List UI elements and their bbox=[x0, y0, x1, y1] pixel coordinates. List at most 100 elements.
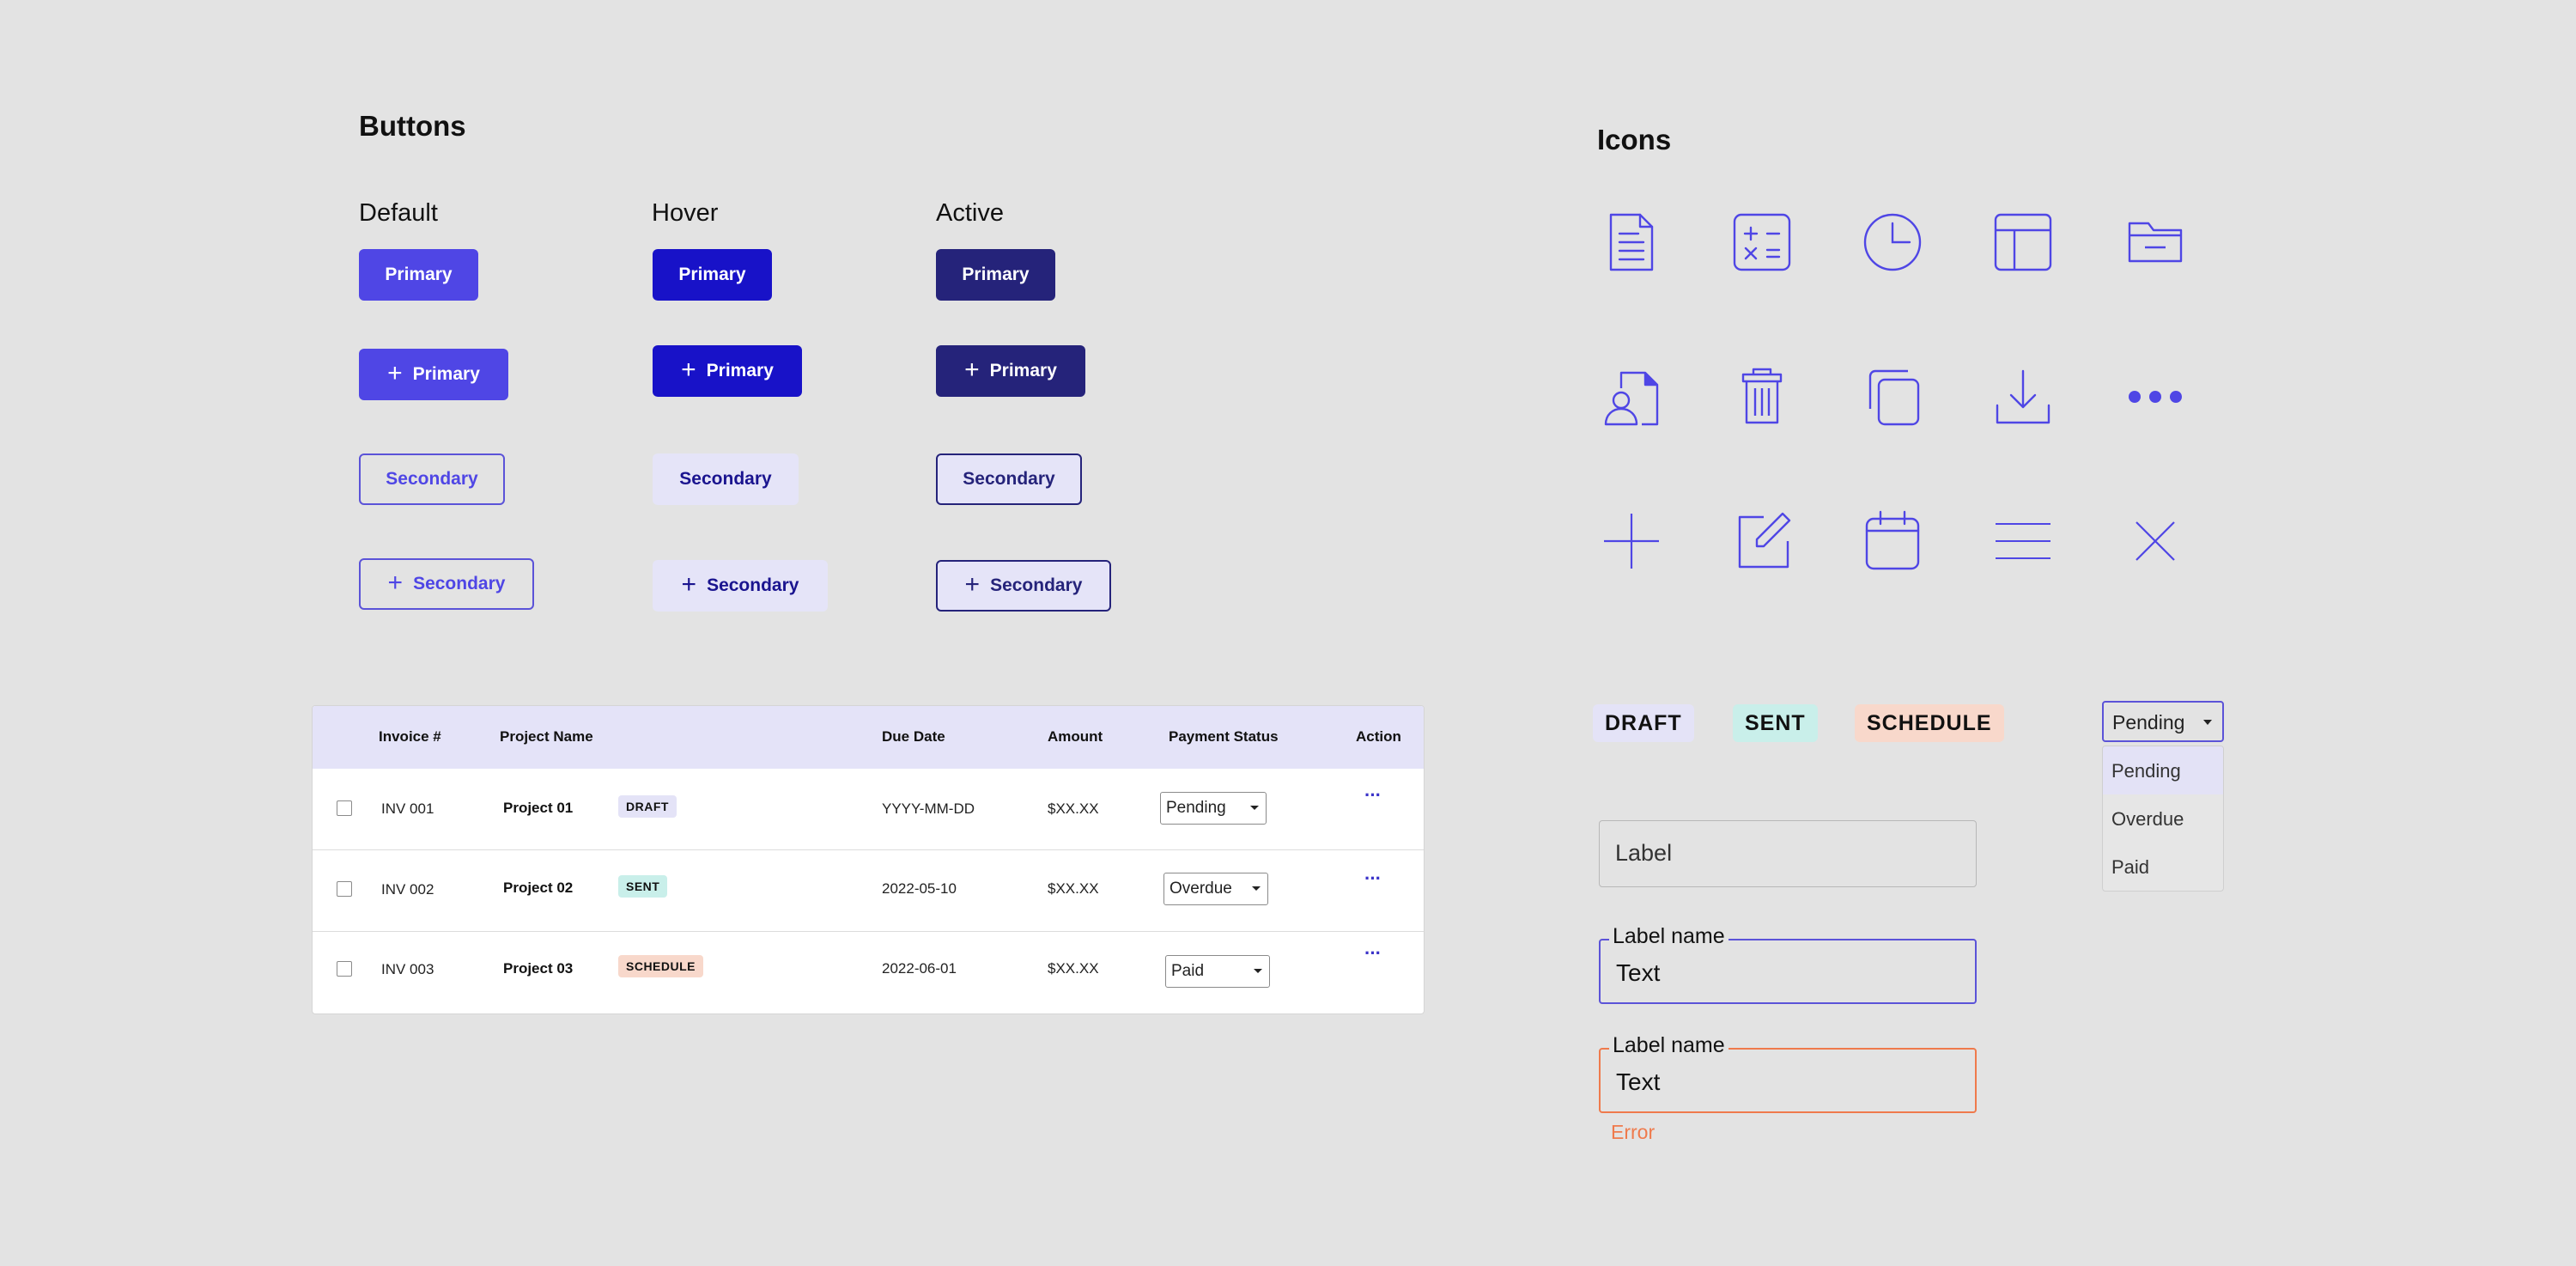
state-label-hover: Hover bbox=[652, 199, 719, 227]
chevron-down-icon bbox=[1254, 969, 1262, 973]
cell-invoice: INV 002 bbox=[381, 881, 434, 898]
download-icon bbox=[1989, 362, 2057, 431]
calendar-icon bbox=[1858, 507, 1927, 575]
secondary-button-hover[interactable]: Secondary bbox=[653, 453, 799, 505]
secondary-button-active[interactable]: Secondary bbox=[936, 453, 1082, 505]
invoice-table: Invoice # Project Name Due Date Amount P… bbox=[312, 705, 1425, 1014]
header-due-date: Due Date bbox=[882, 728, 945, 745]
payment-status-select[interactable]: Paid bbox=[1165, 955, 1270, 988]
state-label-active: Active bbox=[936, 199, 1004, 227]
header-amount: Amount bbox=[1048, 728, 1103, 745]
primary-button-label: Primary bbox=[678, 265, 746, 284]
layout-icon bbox=[1989, 208, 2057, 277]
menu-icon bbox=[1989, 507, 2057, 575]
cell-invoice: INV 001 bbox=[381, 800, 434, 817]
payment-status-dropdown[interactable]: Pending bbox=[2102, 701, 2224, 742]
dropdown-menu: Pending Overdue Paid bbox=[2102, 746, 2224, 892]
buttons-section-title: Buttons bbox=[359, 110, 466, 142]
primary-add-button-hover[interactable]: + Primary bbox=[653, 345, 802, 397]
row-checkbox[interactable] bbox=[337, 961, 352, 977]
cell-project: Project 03 bbox=[503, 960, 574, 977]
secondary-button-default[interactable]: Secondary bbox=[359, 453, 505, 505]
cell-due-date: 2022-05-10 bbox=[882, 880, 957, 897]
header-payment-status: Payment Status bbox=[1169, 728, 1279, 745]
status-badge-sent: SENT bbox=[1733, 704, 1818, 742]
edit-icon bbox=[1728, 507, 1796, 575]
row-checkbox[interactable] bbox=[337, 881, 352, 897]
calculator-icon bbox=[1728, 208, 1796, 277]
cell-due-date: YYYY-MM-DD bbox=[882, 800, 975, 817]
primary-button-hover[interactable]: Primary bbox=[653, 249, 772, 301]
table-row: INV 003 Project 03 SCHEDULE 2022-06-01 $… bbox=[313, 931, 1424, 1013]
header-invoice: Invoice # bbox=[379, 728, 441, 745]
payment-status-select[interactable]: Overdue bbox=[1163, 873, 1268, 905]
secondary-button-label: Secondary bbox=[386, 469, 478, 489]
clock-icon bbox=[1858, 208, 1927, 277]
label-input-error[interactable]: Label name Text bbox=[1599, 1033, 1977, 1113]
close-icon bbox=[2121, 507, 2190, 575]
status-badge-draft: DRAFT bbox=[1593, 704, 1694, 742]
dropdown-option-paid[interactable]: Paid bbox=[2103, 843, 2223, 891]
cell-amount: $XX.XX bbox=[1048, 800, 1099, 817]
row-checkbox[interactable] bbox=[337, 800, 352, 816]
select-value: Pending bbox=[1166, 799, 1226, 817]
primary-button-label: Primary bbox=[385, 265, 453, 284]
cell-amount: $XX.XX bbox=[1048, 960, 1099, 977]
plus-icon bbox=[1597, 507, 1666, 575]
input-label: Label name bbox=[1609, 1033, 1728, 1058]
row-status-badge: DRAFT bbox=[618, 795, 677, 818]
input-error-message: Error bbox=[1611, 1121, 1656, 1143]
payment-status-select[interactable]: Pending bbox=[1160, 792, 1267, 825]
more-actions-icon[interactable]: ··· bbox=[1364, 942, 1382, 965]
dropdown-option-label: Overdue bbox=[2111, 808, 2184, 830]
dropdown-selected-value: Pending bbox=[2112, 711, 2185, 733]
more-actions-icon[interactable]: ··· bbox=[1364, 784, 1382, 806]
table-header: Invoice # Project Name Due Date Amount P… bbox=[313, 706, 1424, 769]
plus-icon: + bbox=[964, 355, 980, 384]
input-placeholder: Label bbox=[1615, 840, 1673, 866]
dropdown-option-pending[interactable]: Pending bbox=[2103, 746, 2223, 794]
primary-button-label: Primary bbox=[989, 361, 1057, 380]
state-label-default: Default bbox=[359, 199, 438, 227]
primary-button-label: Primary bbox=[412, 364, 480, 384]
plus-icon: + bbox=[681, 355, 696, 384]
label-input-focused[interactable]: Label name Text bbox=[1599, 924, 1977, 1004]
more-icon bbox=[2121, 362, 2190, 431]
cell-invoice: INV 003 bbox=[381, 961, 434, 977]
primary-add-button-active[interactable]: + Primary bbox=[936, 345, 1085, 397]
select-value: Paid bbox=[1171, 962, 1205, 980]
primary-button-default[interactable]: Primary bbox=[359, 249, 478, 301]
secondary-button-label: Secondary bbox=[679, 469, 772, 489]
cell-project: Project 02 bbox=[503, 880, 574, 896]
secondary-button-label: Secondary bbox=[413, 574, 506, 593]
plus-icon: + bbox=[387, 358, 403, 387]
input-value: Text bbox=[1616, 959, 1661, 986]
plus-icon: + bbox=[387, 568, 404, 597]
document-icon bbox=[1597, 208, 1666, 277]
select-value: Overdue bbox=[1170, 880, 1232, 898]
header-action: Action bbox=[1356, 728, 1401, 745]
primary-button-active[interactable]: Primary bbox=[936, 249, 1055, 301]
primary-add-button-default[interactable]: + Primary bbox=[359, 349, 508, 400]
secondary-button-label: Secondary bbox=[707, 575, 799, 595]
trash-icon bbox=[1728, 362, 1796, 431]
cell-due-date: 2022-06-01 bbox=[882, 960, 957, 977]
input-label: Label name bbox=[1609, 924, 1728, 949]
more-actions-icon[interactable]: ··· bbox=[1364, 867, 1382, 890]
secondary-add-button-default[interactable]: + Secondary bbox=[359, 558, 534, 610]
dropdown-option-overdue[interactable]: Overdue bbox=[2103, 794, 2223, 843]
row-status-badge: SCHEDULE bbox=[618, 955, 704, 977]
secondary-add-button-active[interactable]: + Secondary bbox=[936, 560, 1111, 612]
header-project-name: Project Name bbox=[500, 728, 593, 745]
icons-section-title: Icons bbox=[1597, 124, 1672, 155]
secondary-add-button-hover[interactable]: + Secondary bbox=[653, 560, 828, 612]
dropdown-option-label: Pending bbox=[2111, 760, 2181, 782]
table-row: INV 002 Project 02 SENT 2022-05-10 $XX.X… bbox=[313, 849, 1424, 931]
status-badge-schedule: SCHEDULE bbox=[1855, 704, 2004, 742]
secondary-button-label: Secondary bbox=[963, 469, 1055, 489]
cell-amount: $XX.XX bbox=[1048, 880, 1099, 897]
label-input-empty[interactable]: Label bbox=[1599, 820, 1977, 887]
primary-button-label: Primary bbox=[962, 265, 1030, 284]
folder-icon bbox=[2121, 208, 2190, 277]
chevron-down-icon bbox=[1252, 886, 1261, 891]
